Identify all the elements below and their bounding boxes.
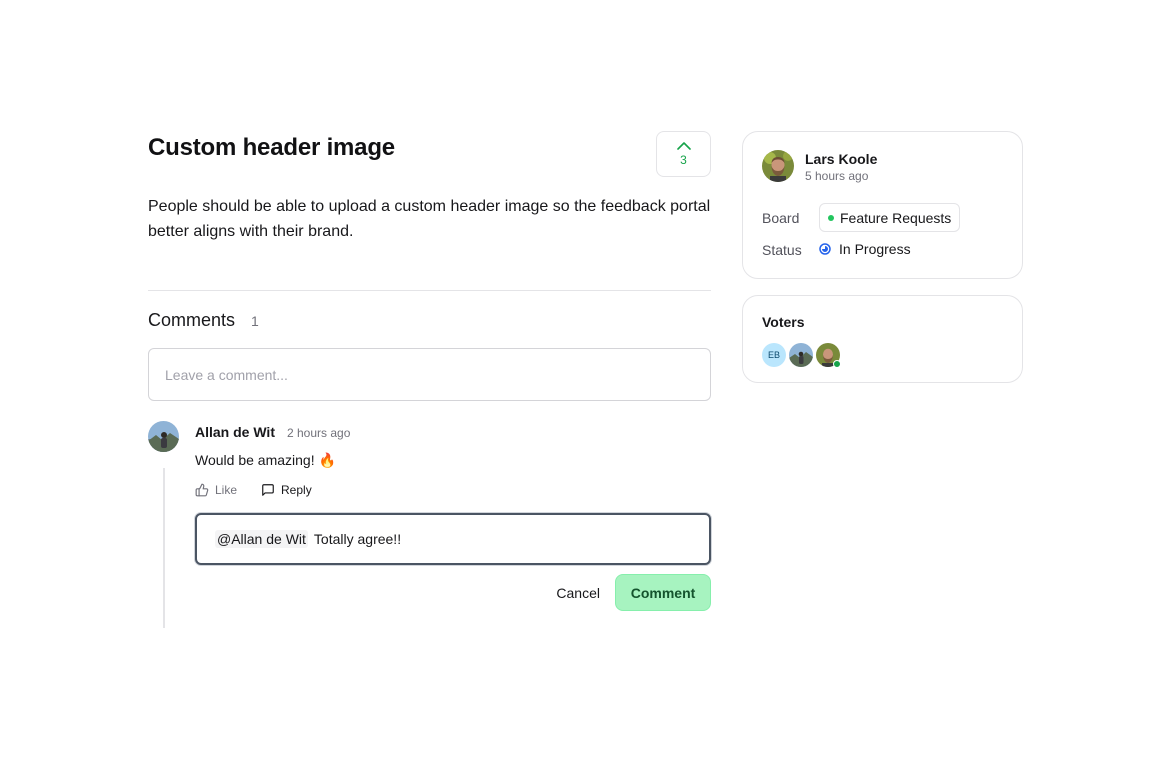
reply-text: Totally agree!! <box>313 531 402 547</box>
comments-count: 1 <box>251 313 259 329</box>
avatar <box>762 150 794 182</box>
voters-list: EB <box>762 343 843 368</box>
reply-actions: Cancel Comment <box>556 574 711 611</box>
thread-line <box>163 468 165 628</box>
post-main: Custom header image 3 People should be a… <box>148 131 711 630</box>
status-progress-icon <box>819 243 831 255</box>
comment-header: Allan de Wit 2 hours ago <box>195 424 350 440</box>
status-value: In Progress <box>839 241 911 257</box>
voter-avatar[interactable] <box>789 343 813 367</box>
message-square-icon <box>262 484 274 496</box>
board-dot-icon <box>828 215 834 221</box>
upvote-button[interactable]: 3 <box>656 131 711 177</box>
board-chip[interactable]: Feature Requests <box>819 203 961 232</box>
cancel-button[interactable]: Cancel <box>556 585 600 601</box>
avatar <box>148 421 179 452</box>
voters-title: Voters <box>762 314 805 330</box>
online-status-icon <box>833 360 841 368</box>
voter-avatar[interactable] <box>816 343 841 368</box>
divider <box>148 290 711 291</box>
post-page: Custom header image 3 People should be a… <box>0 0 1168 768</box>
voters-card: Voters EB <box>742 295 1023 383</box>
comment-submit-button[interactable]: Comment <box>615 574 711 611</box>
comment-input-placeholder: Leave a comment... <box>165 366 288 383</box>
voter-initials: EB <box>767 350 780 360</box>
comments-header: Comments 1 <box>148 310 711 331</box>
like-label: Like <box>215 483 238 497</box>
post-title: Custom header image <box>148 134 395 161</box>
post-header: Custom header image 3 <box>148 131 711 177</box>
author-time: 5 hours ago <box>805 169 869 183</box>
reply-input[interactable]: @Allan de Wit Totally agree!! <box>195 513 711 565</box>
reply-button[interactable]: Reply <box>261 483 312 497</box>
like-button[interactable]: Like <box>195 483 237 497</box>
comment-actions: Like Reply <box>195 483 312 497</box>
status-label: Status <box>762 242 802 258</box>
voter-avatar[interactable]: EB <box>762 343 786 367</box>
chevron-up-icon <box>676 142 691 150</box>
board-value: Feature Requests <box>840 209 952 226</box>
mention-tag: @Allan de Wit <box>215 530 308 548</box>
board-label: Board <box>762 210 800 226</box>
status-value-wrap[interactable]: In Progress <box>819 241 911 257</box>
comment-text: Would be amazing! 🔥 <box>195 452 336 468</box>
comment-author: Allan de Wit <box>195 424 275 440</box>
comments-title: Comments <box>148 310 236 330</box>
thumbs-up-icon <box>195 483 209 497</box>
reply-label: Reply <box>281 483 312 497</box>
upvote-count: 3 <box>680 153 687 167</box>
post-description: People should be able to upload a custom… <box>148 198 711 240</box>
post-details-card: Lars Koole 5 hours ago Board Feature Req… <box>742 131 1023 279</box>
comment-input[interactable]: Leave a comment... <box>148 348 711 401</box>
comment-item: Allan de Wit 2 hours ago Would be amazin… <box>148 420 711 630</box>
author-name: Lars Koole <box>805 151 878 167</box>
comment-time: 2 hours ago <box>287 426 351 440</box>
